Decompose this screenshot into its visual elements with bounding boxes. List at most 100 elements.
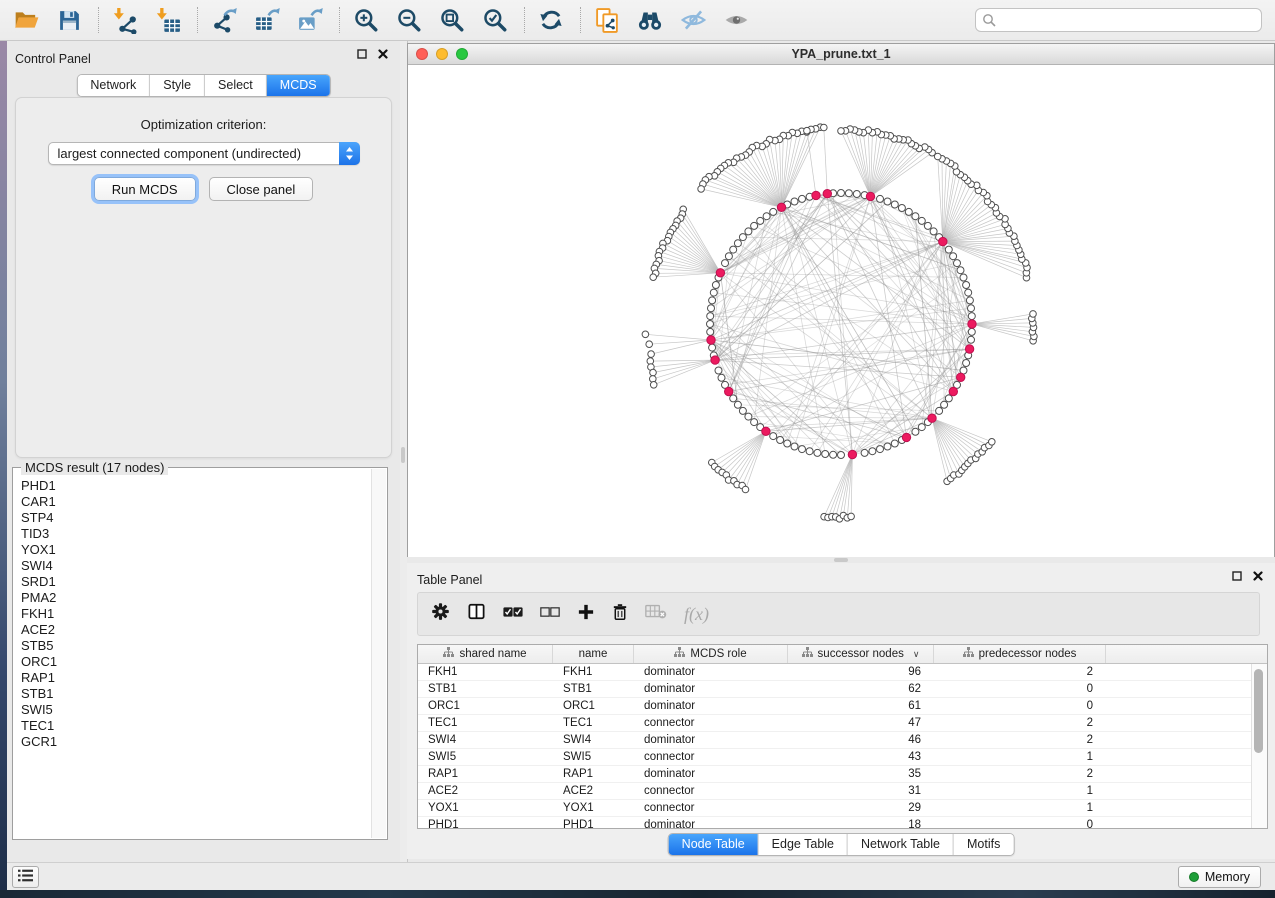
mcds-result-item[interactable]: FKH1 xyxy=(21,606,369,622)
network-node[interactable] xyxy=(821,124,828,131)
close-mcds-panel-button[interactable]: Close panel xyxy=(209,177,314,201)
network-node[interactable] xyxy=(965,289,972,296)
network-node[interactable] xyxy=(742,486,749,493)
hide-details-button[interactable] xyxy=(677,5,709,35)
network-node[interactable] xyxy=(806,448,813,455)
network-node[interactable] xyxy=(707,328,714,335)
network-node[interactable] xyxy=(945,246,952,253)
network-node[interactable] xyxy=(730,395,737,402)
float-panel-button[interactable] xyxy=(357,49,367,59)
column-header-predecessor-nodes[interactable]: predecessor nodes xyxy=(934,645,1106,663)
network-node[interactable] xyxy=(918,217,925,224)
close-panel-button[interactable] xyxy=(1253,571,1263,581)
mcds-result-item[interactable]: SRD1 xyxy=(21,574,369,590)
mcds-result-item[interactable]: YOX1 xyxy=(21,542,369,558)
vertical-splitter-handle[interactable] xyxy=(401,447,405,463)
network-node[interactable] xyxy=(739,234,746,241)
first-neighbors-button[interactable] xyxy=(634,5,666,35)
tab-edge-table[interactable]: Edge Table xyxy=(759,834,848,855)
network-node[interactable] xyxy=(954,260,961,267)
close-window-button[interactable] xyxy=(416,48,428,60)
tab-style[interactable]: Style xyxy=(150,75,205,96)
mcds-hub-node[interactable] xyxy=(957,373,965,381)
network-node[interactable] xyxy=(930,228,937,235)
select-all-button[interactable] xyxy=(503,605,523,624)
apply-function-button[interactable]: f(x) xyxy=(684,604,709,625)
network-node[interactable] xyxy=(845,190,852,197)
network-node[interactable] xyxy=(745,228,752,235)
network-node[interactable] xyxy=(712,282,719,289)
maximize-window-button[interactable] xyxy=(456,48,468,60)
float-panel-button[interactable] xyxy=(1232,571,1242,581)
mcds-result-item[interactable]: PHD1 xyxy=(21,478,369,494)
tab-select[interactable]: Select xyxy=(205,75,267,96)
mcds-hub-node[interactable] xyxy=(823,190,831,198)
column-header-shared-name[interactable]: shared name xyxy=(418,645,553,663)
mcds-hub-node[interactable] xyxy=(939,237,947,245)
refresh-view-button[interactable] xyxy=(535,5,567,35)
tab-network-table[interactable]: Network Table xyxy=(848,834,954,855)
export-network-button[interactable] xyxy=(208,5,240,35)
mcds-result-item[interactable]: GCR1 xyxy=(21,734,369,750)
mcds-hub-node[interactable] xyxy=(762,427,770,435)
create-column-button[interactable] xyxy=(577,603,595,626)
network-node[interactable] xyxy=(884,443,891,450)
network-node[interactable] xyxy=(905,208,912,215)
network-node[interactable] xyxy=(838,452,845,459)
mcds-result-item[interactable]: STP4 xyxy=(21,510,369,526)
mcds-hub-node[interactable] xyxy=(968,320,976,328)
mcds-result-item[interactable]: TID3 xyxy=(21,526,369,542)
mcds-result-item[interactable]: SWI5 xyxy=(21,702,369,718)
network-node[interactable] xyxy=(989,439,996,446)
network-node[interactable] xyxy=(966,297,973,304)
table-row[interactable]: STB1STB1dominator620 xyxy=(418,681,1267,698)
network-node[interactable] xyxy=(784,440,791,447)
network-node[interactable] xyxy=(891,440,898,447)
mcds-result-scrollbar[interactable] xyxy=(371,469,386,838)
export-table-button[interactable] xyxy=(251,5,283,35)
network-node[interactable] xyxy=(730,246,737,253)
search-input[interactable] xyxy=(975,8,1262,32)
network-node[interactable] xyxy=(934,153,941,160)
network-node[interactable] xyxy=(646,341,653,348)
horizontal-splitter-handle[interactable] xyxy=(834,558,848,562)
network-node[interactable] xyxy=(709,344,716,351)
show-columns-button[interactable] xyxy=(467,602,486,626)
import-table-button[interactable] xyxy=(152,5,184,35)
network-node[interactable] xyxy=(777,437,784,444)
network-node[interactable] xyxy=(924,222,931,229)
network-node[interactable] xyxy=(751,419,758,426)
delete-table-button[interactable] xyxy=(645,603,667,625)
mcds-result-item[interactable]: SWI4 xyxy=(21,558,369,574)
network-node[interactable] xyxy=(709,297,716,304)
network-node[interactable] xyxy=(763,213,770,220)
mcds-hub-node[interactable] xyxy=(725,387,733,395)
network-node[interactable] xyxy=(963,282,970,289)
network-node[interactable] xyxy=(648,351,655,358)
network-node[interactable] xyxy=(804,127,811,134)
network-node[interactable] xyxy=(745,413,752,420)
network-node[interactable] xyxy=(650,274,657,281)
network-node[interactable] xyxy=(734,240,741,247)
mcds-hub-node[interactable] xyxy=(848,450,856,458)
table-row[interactable]: SWI4SWI4dominator462 xyxy=(418,732,1267,749)
network-node[interactable] xyxy=(718,374,725,381)
network-node[interactable] xyxy=(650,369,657,376)
table-scrollbar[interactable] xyxy=(1251,664,1267,828)
network-node[interactable] xyxy=(650,382,657,389)
run-mcds-button[interactable]: Run MCDS xyxy=(94,177,196,201)
network-node[interactable] xyxy=(799,446,806,453)
network-node[interactable] xyxy=(707,321,714,328)
zoom-in-button[interactable] xyxy=(350,5,382,35)
network-node[interactable] xyxy=(791,198,798,205)
zoom-selected-button[interactable] xyxy=(479,5,511,35)
mcds-result-item[interactable]: ACE2 xyxy=(21,622,369,638)
network-node[interactable] xyxy=(848,513,855,520)
network-node[interactable] xyxy=(941,401,948,408)
network-node[interactable] xyxy=(884,198,891,205)
network-node[interactable] xyxy=(936,407,943,414)
table-row[interactable]: ACE2ACE2connector311 xyxy=(418,783,1267,800)
column-header-name[interactable]: name xyxy=(553,645,634,663)
tab-node-table[interactable]: Node Table xyxy=(669,834,759,855)
network-node[interactable] xyxy=(853,191,860,198)
